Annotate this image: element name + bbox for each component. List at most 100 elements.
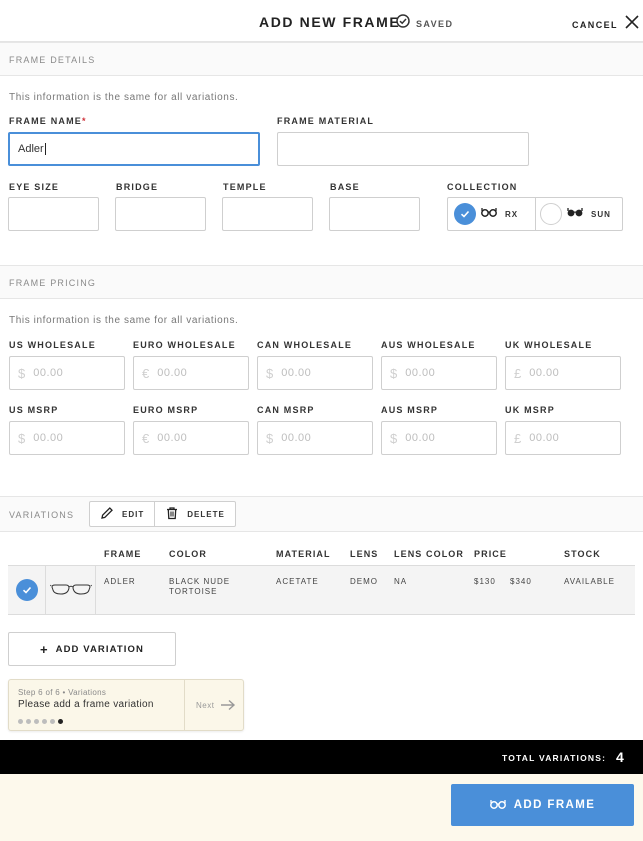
eye-size-label: EYE SIZE: [9, 182, 60, 192]
add-frame-label: ADD FRAME: [513, 799, 596, 811]
base-input[interactable]: [329, 197, 420, 231]
column-header-lens-color: LENS COLOR: [394, 549, 465, 559]
sunglasses-icon: [567, 205, 583, 223]
frame-details-label: FRAME DETAILS: [9, 55, 96, 65]
aus-msrp-label: AUS MSRP: [381, 405, 439, 415]
us-wholesale-input[interactable]: $00.00: [9, 356, 125, 390]
table-row[interactable]: [8, 565, 635, 615]
temple-input[interactable]: [222, 197, 313, 231]
collection-sun-label: SUN: [591, 209, 611, 219]
uk-msrp-label: UK MSRP: [505, 405, 555, 415]
eyeglasses-icon: [481, 205, 497, 223]
bridge-input[interactable]: [115, 197, 206, 231]
arrow-right-icon: [221, 699, 236, 711]
uk-wholesale-label: UK WHOLESALE: [505, 340, 593, 350]
frame-material-input[interactable]: [277, 132, 529, 166]
collection-option-sun[interactable]: SUN: [535, 198, 622, 230]
step-dot: [42, 719, 47, 724]
unselected-circle-icon: [540, 203, 562, 225]
bridge-label: BRIDGE: [116, 182, 159, 192]
step-dot: [26, 719, 31, 724]
total-variations-bar: TOTAL VARIATIONS: 4: [0, 740, 643, 774]
frame-name-value: Adler: [18, 143, 44, 155]
can-wholesale-label: CAN WHOLESALE: [257, 340, 353, 350]
uk-msrp-input[interactable]: £00.00: [505, 421, 621, 455]
aus-msrp-input[interactable]: $00.00: [381, 421, 497, 455]
step-dot: [50, 719, 55, 724]
row-stock: AVAILABLE: [564, 577, 615, 586]
row-lens: DEMO: [350, 577, 378, 586]
row-checkbox[interactable]: [8, 566, 46, 614]
step-dot: [18, 719, 23, 724]
selected-check-icon: [15, 579, 38, 601]
euro-wholesale-input[interactable]: €00.00: [133, 356, 249, 390]
trash-icon: [165, 506, 179, 522]
collection-option-rx[interactable]: RX: [448, 198, 535, 230]
can-msrp-input[interactable]: $00.00: [257, 421, 373, 455]
eye-size-input[interactable]: [8, 197, 99, 231]
euro-msrp-input[interactable]: €00.00: [133, 421, 249, 455]
variation-actions: EDIT DELETE: [89, 501, 236, 527]
step-progress-dots: [18, 719, 63, 724]
variations-label: VARIATIONS: [9, 510, 75, 520]
saved-status: SAVED: [396, 14, 453, 33]
column-header-price: PRICE: [474, 549, 508, 559]
frame-details-header: FRAME DETAILS: [0, 42, 643, 76]
details-note: This information is the same for all var…: [9, 92, 239, 103]
column-header-lens: LENS: [350, 549, 379, 559]
column-header-color: COLOR: [169, 549, 207, 559]
check-circle-icon: [396, 14, 410, 33]
row-material: ACETATE: [276, 577, 319, 586]
aus-wholesale-input[interactable]: $00.00: [381, 356, 497, 390]
cancel-label: CANCEL: [572, 19, 618, 30]
collection-rx-label: RX: [505, 209, 519, 219]
base-label: BASE: [330, 182, 360, 192]
cancel-button[interactable]: CANCEL: [572, 14, 640, 35]
eyeglasses-thumbnail-icon: [49, 584, 92, 595]
tooltip-message: Please add a frame variation: [18, 699, 154, 710]
row-price-wholesale: $130: [474, 577, 496, 586]
row-frame: ADLER: [104, 577, 136, 586]
frame-pricing-header: FRAME PRICING: [0, 265, 643, 299]
tooltip-step: Step 6 of 6 • Variations: [18, 688, 107, 697]
footer: ADD FRAME: [0, 774, 643, 841]
frame-material-label: FRAME MATERIAL: [277, 116, 375, 126]
pricing-note: This information is the same for all var…: [9, 315, 239, 326]
delete-button[interactable]: DELETE: [154, 502, 235, 526]
variations-header: VARIATIONS EDIT DELETE: [0, 496, 643, 532]
temple-label: TEMPLE: [223, 182, 267, 192]
edit-label: EDIT: [122, 509, 145, 519]
saved-label: SAVED: [416, 18, 454, 29]
add-frame-button[interactable]: ADD FRAME: [451, 784, 634, 826]
tooltip-next-button[interactable]: Next: [196, 699, 236, 711]
can-wholesale-input[interactable]: $00.00: [257, 356, 373, 390]
column-header-stock: STOCK: [564, 549, 601, 559]
step-dot-current: [58, 719, 63, 724]
aus-wholesale-label: AUS WHOLESALE: [381, 340, 476, 350]
text-cursor: [44, 143, 46, 155]
frame-pricing-label: FRAME PRICING: [9, 278, 97, 288]
collection-toggle[interactable]: RX SUN: [447, 197, 623, 231]
column-header-material: MATERIAL: [276, 549, 331, 559]
frame-name-label: FRAME NAME*: [9, 116, 87, 126]
add-variation-button[interactable]: + ADD VARIATION: [8, 632, 176, 666]
uk-wholesale-input[interactable]: £00.00: [505, 356, 621, 390]
selected-check-icon: [454, 203, 476, 225]
row-color: BLACK NUDE TORTOISE: [169, 577, 231, 596]
tooltip-divider: [184, 680, 185, 730]
delete-label: DELETE: [187, 509, 225, 519]
step-dot: [34, 719, 39, 724]
next-label: Next: [196, 700, 215, 710]
plus-icon: +: [40, 641, 48, 657]
add-variation-label: ADD VARIATION: [55, 643, 144, 655]
total-variations-label: TOTAL VARIATIONS:: [502, 753, 607, 763]
us-msrp-label: US MSRP: [9, 405, 59, 415]
page-title: ADD NEW FRAME: [259, 14, 401, 30]
us-msrp-input[interactable]: $00.00: [9, 421, 125, 455]
us-wholesale-label: US WHOLESALE: [9, 340, 96, 350]
edit-button[interactable]: EDIT: [90, 502, 154, 526]
column-header-frame: FRAME: [104, 549, 142, 559]
row-price-msrp: $340: [510, 577, 532, 586]
row-lens-color: NA: [394, 577, 408, 586]
frame-name-input[interactable]: Adler: [8, 132, 260, 166]
